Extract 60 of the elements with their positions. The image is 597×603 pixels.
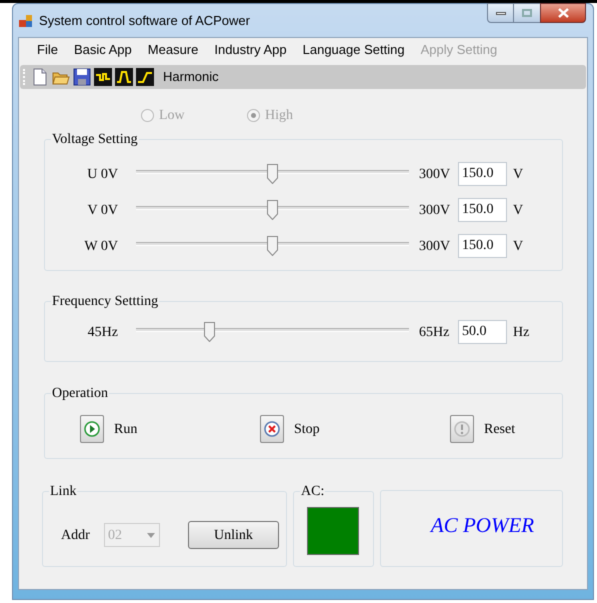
unit-label: V — [513, 202, 524, 220]
button-label: Stop — [294, 420, 320, 438]
close-icon — [558, 8, 568, 18]
caret-icon — [147, 532, 155, 538]
minimize-button[interactable] — [487, 3, 514, 23]
radio-label: Low — [159, 106, 185, 124]
radio-label: High — [265, 106, 293, 124]
slider-thumb[interactable] — [267, 164, 278, 184]
slider-max-label: 300V — [419, 238, 452, 256]
menu-item[interactable]: Measure — [140, 40, 206, 60]
close-button[interactable] — [540, 3, 586, 23]
pulse-wave-icon[interactable] — [115, 68, 133, 86]
value-field[interactable]: 150.0 — [458, 234, 507, 258]
button-label: Run — [114, 420, 138, 438]
value-field[interactable]: 50.0 — [458, 320, 507, 344]
run-button[interactable] — [80, 415, 104, 443]
menu-item[interactable]: Basic App — [66, 40, 140, 60]
maximize-button[interactable] — [514, 3, 540, 23]
play-icon — [83, 420, 101, 438]
unit-label: Hz — [513, 324, 530, 342]
ramp-wave-icon[interactable] — [136, 68, 154, 86]
slider-thumb[interactable] — [267, 200, 278, 220]
reset-button[interactable] — [450, 415, 474, 443]
slider-thumb[interactable] — [204, 322, 216, 342]
slider-track[interactable] — [136, 164, 409, 184]
stop-button[interactable] — [260, 415, 284, 443]
unit-label: V — [513, 238, 524, 256]
menu-item[interactable]: Language Setting — [294, 40, 413, 60]
slider-max-label: 300V — [419, 202, 452, 220]
slider-min-label: U 0V — [86, 166, 118, 184]
menu-item[interactable]: Industry App — [206, 40, 295, 60]
slider-min-label: V 0V — [86, 202, 118, 220]
group-title: Link — [49, 483, 78, 501]
slider-min-label: W 0V — [83, 238, 118, 256]
window-title: System control software of ACPower — [39, 12, 250, 30]
slider-max-label: 300V — [419, 166, 452, 184]
slider-max-label: 65Hz — [419, 324, 450, 342]
unlink-button[interactable]: Unlink — [188, 521, 279, 549]
close-icon — [263, 420, 281, 438]
slider-thumb[interactable] — [267, 236, 278, 256]
unit-label: V — [513, 166, 524, 184]
group-title: Operation — [51, 385, 109, 403]
value-field[interactable]: 150.0 — [458, 162, 507, 186]
slider-min-label: 45Hz — [86, 324, 118, 342]
new-file-icon[interactable] — [31, 68, 49, 86]
value-field[interactable]: 150.0 — [458, 198, 507, 222]
group-title: Frequency Settting — [51, 293, 160, 311]
menu-item[interactable]: File — [29, 40, 66, 60]
addr-label: Addr — [61, 526, 91, 544]
exclamation-icon — [453, 420, 471, 438]
group-title: Voltage Setting — [51, 131, 139, 149]
button-label: Reset — [484, 420, 516, 438]
logo-text: AC POWER — [428, 512, 534, 539]
waveform-icon[interactable] — [94, 68, 112, 86]
slider-track[interactable] — [136, 236, 409, 256]
toolbar-button[interactable]: Harmonic — [163, 67, 219, 87]
group-title: AC: — [300, 483, 326, 501]
slider-track[interactable] — [136, 200, 409, 220]
slider-track[interactable] — [136, 322, 409, 342]
app-icon — [19, 14, 33, 28]
